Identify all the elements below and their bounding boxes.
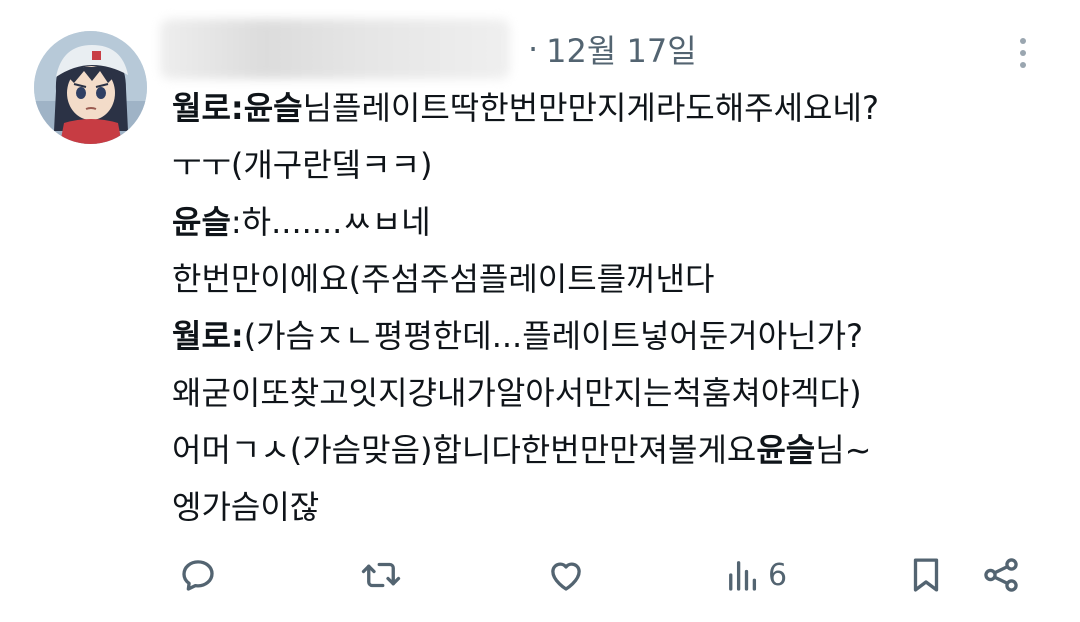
bookmark-button[interactable] xyxy=(905,545,947,605)
tweet-header: · 12월 17일 xyxy=(160,14,697,84)
avatar[interactable] xyxy=(34,31,147,144)
tweet-text-segment: 엥가슴이잖 xyxy=(172,488,320,526)
tweet-text-line: 월로:윤슬님플레이트딱한번만만지게라도해주세요네? xyxy=(172,80,1062,137)
tweet-text-line: 윤슬:하.......ㅆㅂ네 xyxy=(172,194,1062,251)
tweet-text-line: 한번만이에요(주섬주섬플레이트를꺼낸다 xyxy=(172,251,1062,308)
avatar-illustration xyxy=(34,31,147,144)
views-button[interactable]: 6 xyxy=(722,545,787,605)
header-separator: · xyxy=(528,30,539,68)
tweet-text-bold-segment: 윤슬 xyxy=(756,431,816,469)
tweet-text-line: 월로:(가슴ㅈㄴ평평한데...플레이트넣어둔거아닌가? xyxy=(172,308,1062,365)
tweet-text-segment: 어머ㄱㅅ(가슴맞음)합니다한번만만져볼게요 xyxy=(172,431,757,469)
tweet-text-segment: 왜굳이또찾고잇지걍내가알아서만지는척훔쳐야겍다) xyxy=(172,374,862,412)
tweet-text-bold-segment: 윤슬 xyxy=(243,89,303,127)
reply-button[interactable] xyxy=(177,545,219,605)
tweet-text-line: ㅜㅜ(개구란뎈ㅋㅋ) xyxy=(172,137,1062,194)
tweet-text-segment: 님플레이트딱한번만만지게라도해주세요네? xyxy=(302,89,879,127)
tweet-text-bold-segment: 월로: xyxy=(172,317,244,355)
tweet-text-segment: ㅜㅜ(개구란뎈ㅋㅋ) xyxy=(172,146,433,184)
tweet-card: · 12월 17일 월로:윤슬님플레이트딱한번만만지게라도해주세요네? ㅜㅜ(개구… xyxy=(0,0,1080,622)
tweet-text-segment: 한번만이에요(주섬주섬플레이트를꺼낸다 xyxy=(172,260,715,298)
tweet-text-bold-segment: 윤슬 xyxy=(172,203,231,241)
views-count: 6 xyxy=(768,557,788,593)
redacted-username xyxy=(160,19,510,79)
share-button[interactable] xyxy=(980,545,1022,605)
tweet-text: 월로:윤슬님플레이트딱한번만만지게라도해주세요네? ㅜㅜ(개구란뎈ㅋㅋ) 윤슬:하.… xyxy=(172,80,1062,536)
like-button[interactable] xyxy=(545,545,587,605)
tweet-text-line: 왜굳이또찾고잇지걍내가알아서만지는척훔쳐야겍다) xyxy=(172,365,1062,422)
tweet-text-line: 엥가슴이잖 xyxy=(172,479,1062,536)
share-icon xyxy=(984,558,1018,592)
tweet-text-line: 어머ㄱㅅ(가슴맞음)합니다한번만만져볼게요윤슬님~ xyxy=(172,422,1062,479)
tweet-text-segment: (가슴ㅈㄴ평평한데...플레이트넣어둔거아닌가? xyxy=(243,317,864,355)
retweet-icon xyxy=(361,562,401,588)
retweet-button[interactable] xyxy=(360,545,402,605)
tweet-text-bold-segment: 월로: xyxy=(172,89,244,127)
more-options-button[interactable] xyxy=(1005,30,1041,76)
reply-icon xyxy=(182,560,214,591)
more-vertical-icon xyxy=(1020,38,1026,68)
tweet-text-segment: :하.......ㅆㅂ네 xyxy=(230,203,431,241)
tweet-date[interactable]: 12월 17일 xyxy=(546,26,697,72)
views-icon xyxy=(729,561,757,591)
bookmark-icon xyxy=(913,558,939,592)
action-bar: 6 xyxy=(0,545,1080,605)
tweet-text-segment: 님~ xyxy=(815,431,872,469)
heart-icon xyxy=(551,562,581,591)
